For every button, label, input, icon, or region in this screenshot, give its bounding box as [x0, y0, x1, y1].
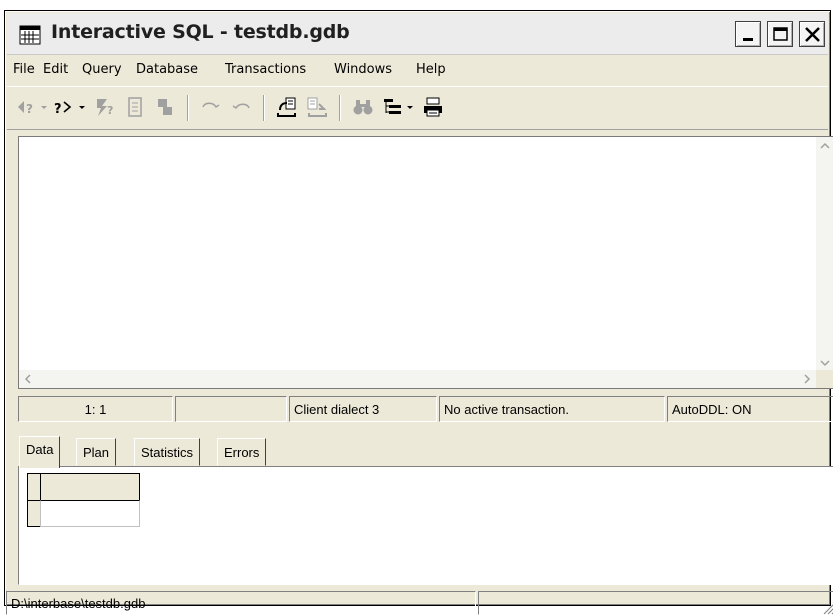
toolbar-separator	[263, 95, 265, 121]
editor-status-bar: 1: 1 Client dialect 3 No active transact…	[18, 396, 833, 422]
resize-grip-icon[interactable]	[821, 601, 833, 615]
results-grid-area	[18, 466, 833, 585]
next-query-dropdown-icon[interactable]	[77, 95, 87, 119]
maximize-button[interactable]	[767, 21, 793, 47]
menu-windows[interactable]: Windows	[334, 62, 392, 77]
redo-icon[interactable]	[229, 95, 253, 119]
menu-file[interactable]: File	[13, 62, 35, 77]
minimize-icon	[743, 38, 753, 41]
sql-editor[interactable]	[18, 136, 833, 389]
execute-icon[interactable]: ?	[93, 95, 117, 119]
isql-app-icon	[19, 25, 41, 45]
load-script-icon[interactable]	[275, 95, 299, 119]
find-icon[interactable]	[351, 95, 375, 119]
close-button[interactable]	[799, 21, 825, 47]
commit-icon[interactable]	[123, 95, 147, 119]
svg-text:?: ?	[107, 104, 113, 117]
maximize-icon	[773, 27, 788, 41]
next-query-icon[interactable]: ?	[53, 95, 77, 119]
transaction-status: No active transaction.	[439, 396, 665, 422]
undo-icon[interactable]	[199, 95, 223, 119]
menu-help[interactable]: Help	[416, 62, 446, 77]
prev-query-dropdown-icon[interactable]	[39, 95, 49, 119]
menu-transactions[interactable]: Transactions	[225, 62, 306, 77]
print-icon[interactable]	[421, 95, 445, 119]
options-dropdown-icon[interactable]	[405, 95, 415, 119]
title-bar[interactable]: Interactive SQL - testdb.gdb	[7, 13, 828, 55]
scroll-up-icon[interactable]	[816, 137, 833, 155]
editor-horizontal-scrollbar[interactable]	[19, 370, 816, 388]
options-icon[interactable]	[381, 95, 405, 119]
menu-edit[interactable]: Edit	[43, 62, 68, 77]
menu-bar: File Edit Query Database Transactions Wi…	[7, 58, 828, 82]
status-empty-panel	[175, 396, 287, 422]
toolbar-separator	[339, 95, 341, 121]
svg-text:?: ?	[54, 102, 62, 117]
database-path: D:\interbase\testdb.gdb	[6, 591, 476, 615]
minimize-button[interactable]	[735, 21, 761, 47]
cursor-position: 1: 1	[18, 396, 173, 422]
tab-plan[interactable]: Plan	[76, 438, 117, 466]
autoddl-status: AutoDDL: ON	[667, 396, 833, 422]
footer-status-bar: D:\interbase\testdb.gdb	[6, 591, 833, 615]
tab-data[interactable]: Data	[19, 436, 61, 468]
svg-text:?: ?	[26, 102, 33, 116]
tab-statistics[interactable]: Statistics	[134, 438, 201, 466]
results-grid[interactable]	[27, 473, 157, 533]
menu-database[interactable]: Database	[136, 62, 198, 77]
scroll-corner	[816, 370, 833, 388]
isql-window: Interactive SQL - testdb.gdb File Edit Q…	[4, 10, 833, 615]
rollback-icon[interactable]	[153, 95, 177, 119]
save-script-icon[interactable]	[305, 95, 329, 119]
footer-status-panel	[478, 591, 833, 615]
scroll-left-icon[interactable]	[19, 370, 37, 388]
close-icon	[805, 27, 820, 42]
client-dialect: Client dialect 3	[289, 396, 437, 422]
tab-errors[interactable]: Errors	[217, 438, 267, 466]
toolbar-separator	[187, 95, 189, 121]
menu-query[interactable]: Query	[82, 62, 122, 77]
scroll-right-icon[interactable]	[798, 370, 816, 388]
prev-query-icon[interactable]: ?	[15, 95, 39, 119]
toolbar: ? ? ?	[7, 86, 828, 130]
window-title: Interactive SQL - testdb.gdb	[51, 21, 350, 43]
editor-vertical-scrollbar[interactable]	[816, 137, 833, 372]
